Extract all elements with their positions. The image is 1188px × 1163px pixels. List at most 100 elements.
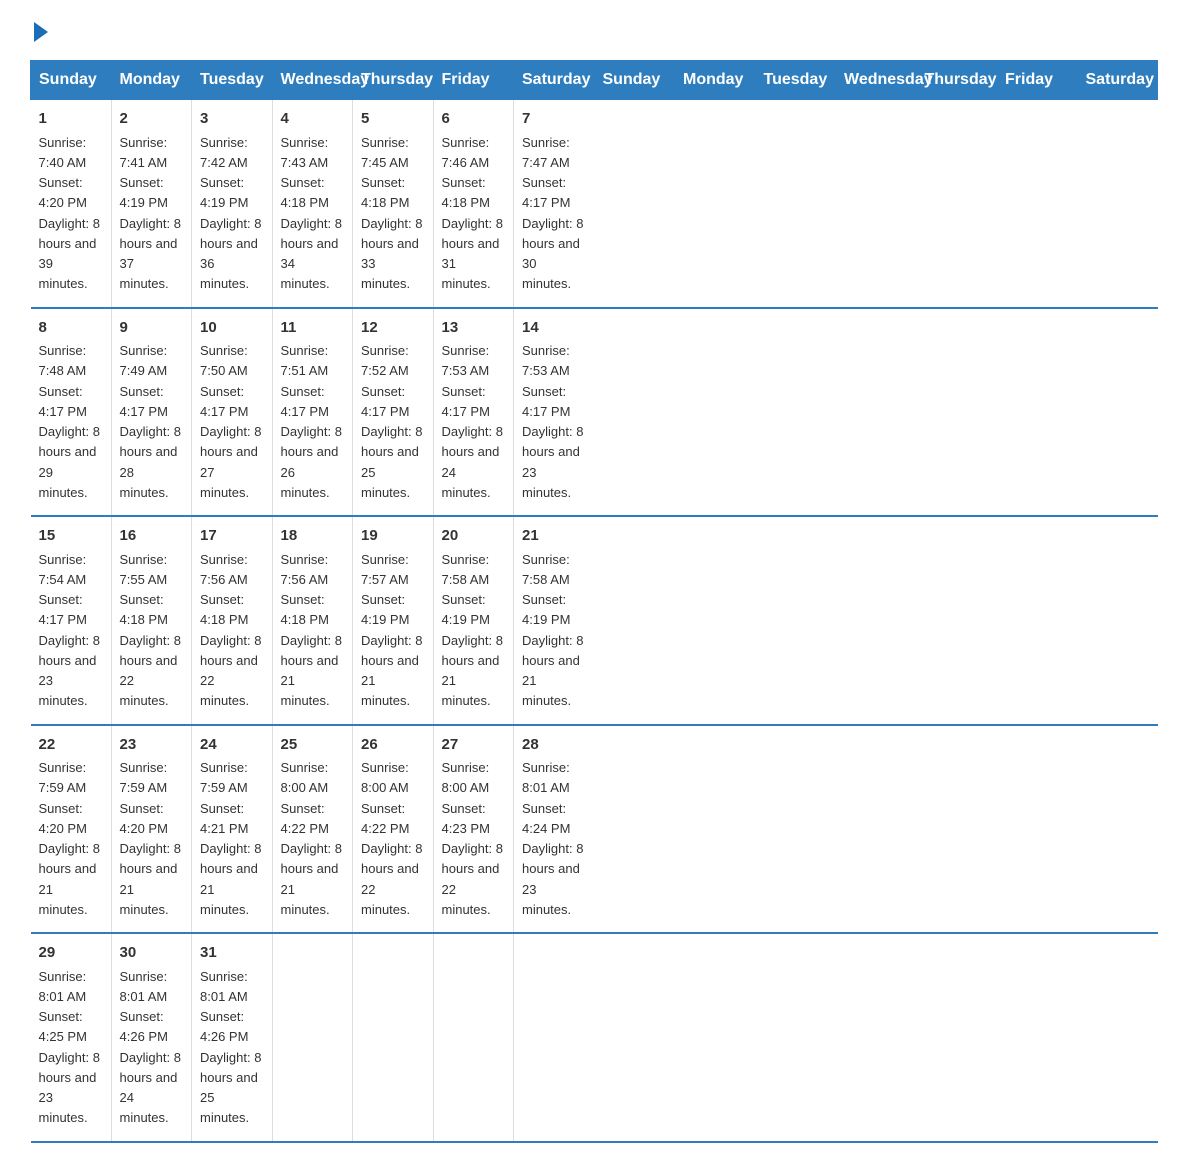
day-info: Sunrise: 7:59 AMSunset: 4:20 PMDaylight:… (39, 760, 100, 917)
day-number: 29 (39, 942, 103, 965)
day-number: 10 (200, 317, 264, 340)
day-info: Sunrise: 7:54 AMSunset: 4:17 PMDaylight:… (39, 552, 100, 709)
day-info: Sunrise: 7:42 AMSunset: 4:19 PMDaylight:… (200, 135, 261, 292)
day-info: Sunrise: 7:58 AMSunset: 4:19 PMDaylight:… (522, 552, 583, 709)
calendar-day-cell: 8 Sunrise: 7:48 AMSunset: 4:17 PMDaylight… (31, 308, 112, 517)
day-info: Sunrise: 7:55 AMSunset: 4:18 PMDaylight:… (120, 552, 181, 709)
day-header-sunday: Sunday (31, 61, 112, 100)
day-number: 19 (361, 525, 425, 548)
calendar-empty-cell (514, 933, 595, 1142)
calendar-week-row: 1Sunrise: 7:40 AMSunset: 4:20 PMDaylight… (31, 100, 1158, 308)
logo-arrow-icon (34, 22, 48, 42)
logo (30, 20, 48, 40)
calendar-day-cell: 19Sunrise: 7:57 AMSunset: 4:19 PMDayligh… (353, 516, 434, 725)
day-info: Sunrise: 8:01 AMSunset: 4:25 PMDaylight:… (39, 969, 100, 1126)
day-info: Sunrise: 8:01 AMSunset: 4:24 PMDaylight:… (522, 760, 583, 917)
day-header-sunday: Sunday (594, 61, 675, 100)
calendar-day-cell: 29 Sunrise: 8:01 AMSunset: 4:25 PMDayligh… (31, 933, 112, 1142)
calendar-day-cell: 22 Sunrise: 7:59 AMSunset: 4:20 PMDayligh… (31, 725, 112, 934)
day-info: Sunrise: 7:41 AMSunset: 4:19 PMDaylight:… (120, 135, 181, 292)
day-header-thursday: Thursday (353, 61, 434, 100)
calendar-day-cell: 7 Sunrise: 7:47 AMSunset: 4:17 PMDaylight… (514, 100, 595, 308)
page-header (30, 20, 1158, 40)
calendar-day-cell: 3 Sunrise: 7:42 AMSunset: 4:19 PMDaylight… (192, 100, 273, 308)
day-header-wednesday: Wednesday (836, 61, 917, 100)
day-info: Sunrise: 7:51 AMSunset: 4:17 PMDaylight:… (281, 343, 342, 500)
calendar-day-cell: 6 Sunrise: 7:46 AMSunset: 4:18 PMDaylight… (433, 100, 514, 308)
calendar-day-cell: 4 Sunrise: 7:43 AMSunset: 4:18 PMDaylight… (272, 100, 353, 308)
calendar-day-cell: 10Sunrise: 7:50 AMSunset: 4:17 PMDayligh… (192, 308, 273, 517)
day-header-monday: Monday (111, 61, 192, 100)
calendar-day-cell: 17 Sunrise: 7:56 AMSunset: 4:18 PMDayligh… (192, 516, 273, 725)
day-header-tuesday: Tuesday (192, 61, 273, 100)
day-header-wednesday: Wednesday (272, 61, 353, 100)
day-number: 7 (522, 108, 586, 131)
calendar-week-row: 15 Sunrise: 7:54 AMSunset: 4:17 PMDayligh… (31, 516, 1158, 725)
day-info: Sunrise: 8:01 AMSunset: 4:26 PMDaylight:… (200, 969, 261, 1126)
day-header-monday: Monday (675, 61, 756, 100)
day-number: 13 (442, 317, 506, 340)
calendar-day-cell: 1Sunrise: 7:40 AMSunset: 4:20 PMDaylight… (31, 100, 112, 308)
calendar-day-cell: 14Sunrise: 7:53 AMSunset: 4:17 PMDayligh… (514, 308, 595, 517)
calendar-day-cell: 15 Sunrise: 7:54 AMSunset: 4:17 PMDayligh… (31, 516, 112, 725)
day-info: Sunrise: 7:59 AMSunset: 4:20 PMDaylight:… (120, 760, 181, 917)
day-header-saturday: Saturday (1077, 61, 1158, 100)
calendar-day-cell: 23 Sunrise: 7:59 AMSunset: 4:20 PMDayligh… (111, 725, 192, 934)
calendar-header-row: SundayMondayTuesdayWednesdayThursdayFrid… (31, 61, 1158, 100)
day-info: Sunrise: 8:01 AMSunset: 4:26 PMDaylight:… (120, 969, 181, 1126)
day-header-thursday: Thursday (916, 61, 997, 100)
day-info: Sunrise: 7:45 AMSunset: 4:18 PMDaylight:… (361, 135, 422, 292)
day-header-friday: Friday (433, 61, 514, 100)
day-number: 17 (200, 525, 264, 548)
day-number: 6 (442, 108, 506, 131)
calendar-empty-cell (433, 933, 514, 1142)
day-info: Sunrise: 7:47 AMSunset: 4:17 PMDaylight:… (522, 135, 583, 292)
day-number: 8 (39, 317, 103, 340)
day-number: 4 (281, 108, 345, 131)
day-number: 11 (281, 317, 345, 340)
calendar-day-cell: 31 Sunrise: 8:01 AMSunset: 4:26 PMDayligh… (192, 933, 273, 1142)
day-info: Sunrise: 7:49 AMSunset: 4:17 PMDaylight:… (120, 343, 181, 500)
calendar-day-cell: 16Sunrise: 7:55 AMSunset: 4:18 PMDayligh… (111, 516, 192, 725)
day-info: Sunrise: 7:48 AMSunset: 4:17 PMDaylight:… (39, 343, 100, 500)
day-info: Sunrise: 8:00 AMSunset: 4:22 PMDaylight:… (361, 760, 422, 917)
calendar-day-cell: 26 Sunrise: 8:00 AMSunset: 4:22 PMDayligh… (353, 725, 434, 934)
calendar-table: SundayMondayTuesdayWednesdayThursdayFrid… (30, 60, 1158, 1143)
calendar-week-row: 29 Sunrise: 8:01 AMSunset: 4:25 PMDayligh… (31, 933, 1158, 1142)
day-number: 21 (522, 525, 586, 548)
day-number: 22 (39, 734, 103, 757)
day-info: Sunrise: 8:00 AMSunset: 4:22 PMDaylight:… (281, 760, 342, 917)
day-number: 2 (120, 108, 184, 131)
day-number: 15 (39, 525, 103, 548)
calendar-day-cell: 27 Sunrise: 8:00 AMSunset: 4:23 PMDayligh… (433, 725, 514, 934)
calendar-day-cell: 30Sunrise: 8:01 AMSunset: 4:26 PMDayligh… (111, 933, 192, 1142)
day-number: 31 (200, 942, 264, 965)
calendar-day-cell: 12Sunrise: 7:52 AMSunset: 4:17 PMDayligh… (353, 308, 434, 517)
day-number: 5 (361, 108, 425, 131)
calendar-week-row: 22 Sunrise: 7:59 AMSunset: 4:20 PMDayligh… (31, 725, 1158, 934)
calendar-day-cell: 25 Sunrise: 8:00 AMSunset: 4:22 PMDayligh… (272, 725, 353, 934)
day-info: Sunrise: 7:46 AMSunset: 4:18 PMDaylight:… (442, 135, 503, 292)
day-number: 23 (120, 734, 184, 757)
calendar-day-cell: 9 Sunrise: 7:49 AMSunset: 4:17 PMDaylight… (111, 308, 192, 517)
day-number: 12 (361, 317, 425, 340)
calendar-day-cell: 28Sunrise: 8:01 AMSunset: 4:24 PMDayligh… (514, 725, 595, 934)
day-number: 27 (442, 734, 506, 757)
day-number: 26 (361, 734, 425, 757)
day-header-tuesday: Tuesday (755, 61, 836, 100)
day-header-friday: Friday (997, 61, 1078, 100)
day-info: Sunrise: 7:53 AMSunset: 4:17 PMDaylight:… (522, 343, 583, 500)
day-info: Sunrise: 7:43 AMSunset: 4:18 PMDaylight:… (281, 135, 342, 292)
day-number: 25 (281, 734, 345, 757)
calendar-day-cell: 13 Sunrise: 7:53 AMSunset: 4:17 PMDayligh… (433, 308, 514, 517)
day-info: Sunrise: 7:59 AMSunset: 4:21 PMDaylight:… (200, 760, 261, 917)
day-info: Sunrise: 7:56 AMSunset: 4:18 PMDaylight:… (200, 552, 261, 709)
day-number: 3 (200, 108, 264, 131)
day-info: Sunrise: 7:53 AMSunset: 4:17 PMDaylight:… (442, 343, 503, 500)
day-info: Sunrise: 8:00 AMSunset: 4:23 PMDaylight:… (442, 760, 503, 917)
day-number: 9 (120, 317, 184, 340)
day-info: Sunrise: 7:40 AMSunset: 4:20 PMDaylight:… (39, 135, 100, 292)
day-number: 20 (442, 525, 506, 548)
day-info: Sunrise: 7:58 AMSunset: 4:19 PMDaylight:… (442, 552, 503, 709)
calendar-day-cell: 5 Sunrise: 7:45 AMSunset: 4:18 PMDaylight… (353, 100, 434, 308)
